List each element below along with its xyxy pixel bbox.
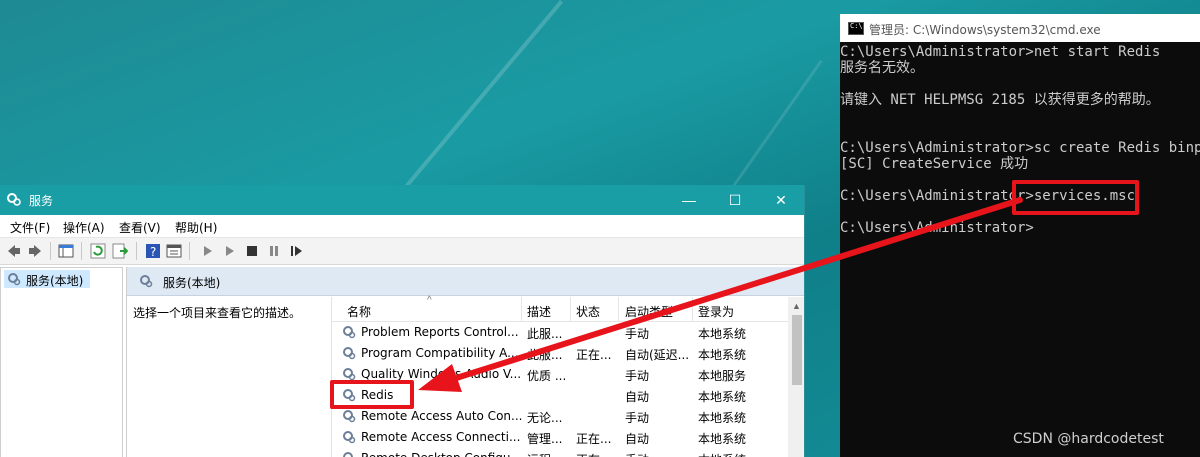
watermark: CSDN @hardcodetest bbox=[1013, 431, 1164, 447]
annotation-arrow bbox=[418, 197, 1023, 392]
